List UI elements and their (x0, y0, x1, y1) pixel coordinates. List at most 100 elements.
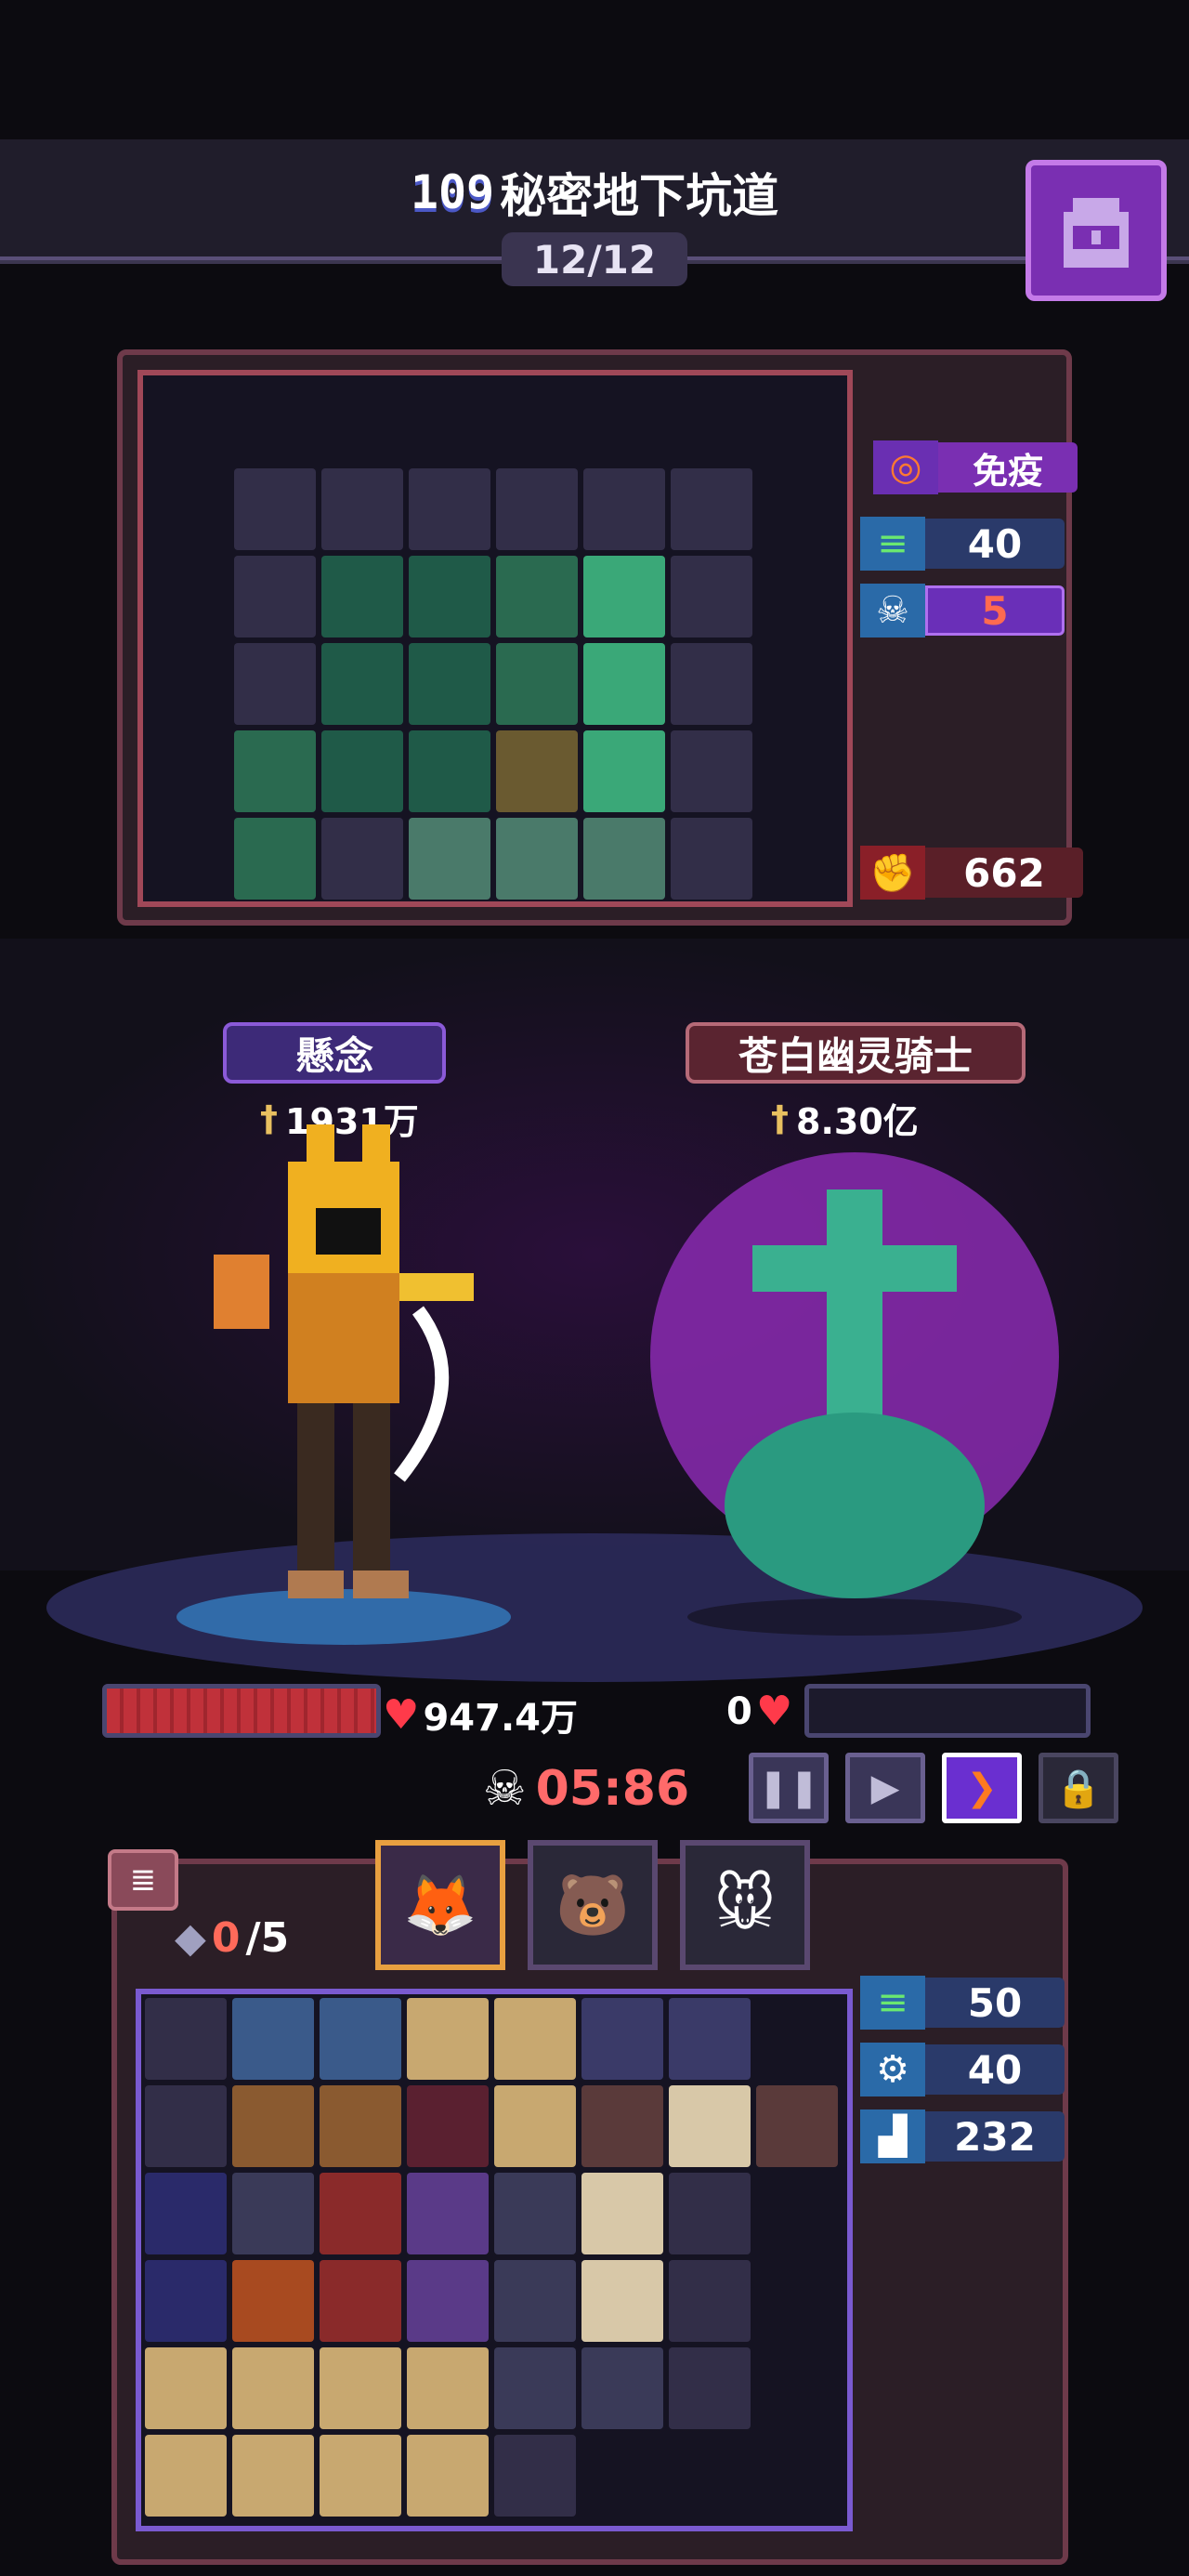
wing-item[interactable] (145, 2347, 227, 2429)
wing-item[interactable] (494, 2085, 576, 2167)
hero-portrait[interactable]: 🐻 (528, 1840, 658, 1970)
wing-item[interactable] (407, 2435, 489, 2517)
cape-item[interactable] (407, 2085, 489, 2167)
wing-item[interactable] (232, 2347, 314, 2429)
grid-cell (234, 643, 316, 725)
slots-used: 0 (211, 1914, 241, 1962)
crossbow-item[interactable] (581, 2347, 663, 2429)
wing-item[interactable] (494, 1998, 576, 2080)
floor-progress: 12/12 (502, 232, 687, 286)
speed-icon: ≡ (860, 1976, 925, 2030)
ring-item[interactable] (496, 730, 578, 812)
speed-value: 40 (925, 519, 1065, 569)
grid-cell (671, 818, 752, 900)
inv-stamina-stat: ▟ 232 (860, 2109, 1065, 2163)
grid-cell (669, 2347, 751, 2429)
ghost-flame-item[interactable] (234, 818, 316, 900)
hero-portrait[interactable]: 🐭 (680, 1840, 810, 1970)
bow-item[interactable] (581, 2173, 663, 2254)
enemy-character (650, 1152, 1059, 1636)
grid-cell (496, 468, 578, 550)
attack-stat: ✊ 662 (860, 846, 1083, 900)
grid-cell (145, 2085, 227, 2167)
grid-cell (671, 643, 752, 725)
play-icon: ▶ (870, 1767, 900, 1809)
bone-item[interactable] (320, 1998, 401, 2080)
document-icon: ≣ (129, 1861, 157, 1899)
fast-forward-button[interactable]: ❯ (942, 1753, 1022, 1823)
target-item[interactable] (581, 2085, 663, 2167)
dungeon-title: 109 秘密地下坑道 (353, 160, 836, 225)
attack-value: 662 (925, 848, 1083, 898)
skull-icon: ☠ (860, 584, 925, 637)
moon-item[interactable] (232, 2173, 314, 2254)
grid-cell (145, 1998, 227, 2080)
ghost-sword-item[interactable] (583, 556, 665, 637)
dungeon-name: 秘密地下坑道 (500, 169, 779, 223)
slot-counter: ◆ 0 /5 (175, 1914, 289, 1962)
player-hp-fill (107, 1689, 376, 1733)
kills-value: 5 (925, 585, 1065, 636)
feather-item[interactable] (145, 2260, 227, 2342)
ghost-armor-item[interactable] (321, 730, 403, 812)
lock-icon: 🔒 (1055, 1767, 1102, 1810)
crossbow-item[interactable] (494, 2173, 576, 2254)
ghost-sword-item[interactable] (583, 643, 665, 725)
ghost-flame-item[interactable] (496, 643, 578, 725)
shield-item[interactable] (232, 2085, 314, 2167)
kills-stat: ☠ 5 (860, 584, 1065, 637)
cape-item[interactable] (320, 2260, 401, 2342)
potion-item[interactable] (407, 2260, 489, 2342)
player-name: 懸念 (223, 1022, 446, 1084)
empty-space (756, 2435, 838, 2517)
potion-item[interactable] (407, 2173, 489, 2254)
crossbow-item[interactable] (494, 2260, 576, 2342)
wing-item[interactable] (232, 2435, 314, 2517)
pause-button[interactable]: ❚❚ (749, 1753, 829, 1823)
wing-item[interactable] (407, 1998, 489, 2080)
sword-icon: † (771, 1097, 789, 1139)
ghost-blade-item[interactable] (496, 818, 578, 900)
fire-ring-item[interactable] (232, 2260, 314, 2342)
ghost-armor-item[interactable] (409, 643, 490, 725)
ghost-armor-item[interactable] (409, 730, 490, 812)
ghost-armor-item[interactable] (321, 643, 403, 725)
empty-space (756, 2173, 838, 2254)
battle-timer: ☠ 05:86 (483, 1755, 697, 1823)
shield-item[interactable] (320, 2085, 401, 2167)
ghost-flame-item[interactable] (234, 730, 316, 812)
enemy-hp: 0 ♥ (726, 1688, 792, 1735)
bow-item[interactable] (669, 2085, 751, 2167)
ghost-blade-item[interactable] (583, 818, 665, 900)
eye-item[interactable] (669, 1998, 751, 2080)
log-button[interactable]: ≣ (108, 1849, 178, 1911)
backpack-icon (1064, 198, 1129, 268)
grid-cell (321, 818, 403, 900)
eye-item[interactable] (581, 1998, 663, 2080)
wing-item[interactable] (320, 2435, 401, 2517)
ghost-armor-item[interactable] (321, 556, 403, 637)
ghost-sword-item[interactable] (583, 730, 665, 812)
enemy-hp-value: 0 (726, 1689, 752, 1733)
wing-item[interactable] (145, 2435, 227, 2517)
ghost-armor-item[interactable] (409, 556, 490, 637)
wing-item[interactable] (320, 2347, 401, 2429)
skull-icon: ☠ (483, 1761, 527, 1817)
hero-portrait[interactable]: 🦊 (375, 1840, 505, 1970)
feather-item[interactable] (145, 2173, 227, 2254)
timer-value: 05:86 (535, 1761, 690, 1817)
crossbow-item[interactable] (494, 2347, 576, 2429)
cape-item[interactable] (320, 2173, 401, 2254)
play-button[interactable]: ▶ (845, 1753, 925, 1823)
empty-space (756, 2347, 838, 2429)
slots-total: /5 (245, 1914, 290, 1962)
bow-item[interactable] (581, 2260, 663, 2342)
backpack-button[interactable] (1026, 160, 1167, 301)
bone-item[interactable] (232, 1998, 314, 2080)
player-hp: ♥ 947.4万 (383, 1688, 578, 1741)
locked-speed-button[interactable]: 🔒 (1039, 1753, 1118, 1823)
wing-item[interactable] (407, 2347, 489, 2429)
target-item[interactable] (756, 2085, 838, 2167)
ghost-blade-item[interactable] (409, 818, 490, 900)
ghost-flame-item[interactable] (496, 556, 578, 637)
